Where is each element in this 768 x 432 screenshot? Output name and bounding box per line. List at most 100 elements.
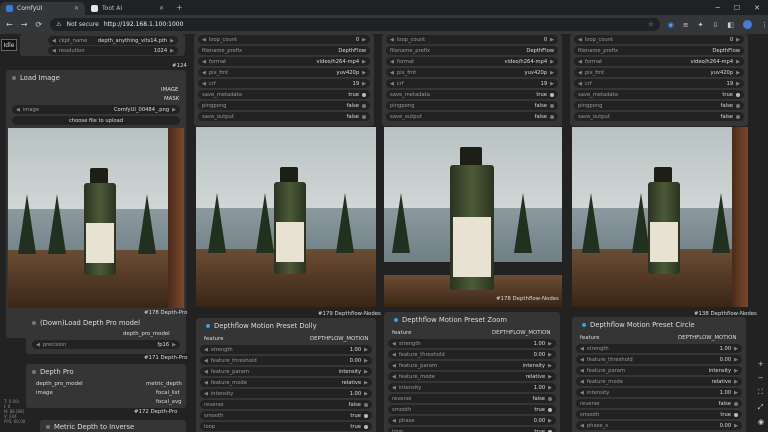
widget-feature-param[interactable]: ◀ feature_param intensity ▶	[388, 361, 556, 370]
input-feature[interactable]: feature	[204, 336, 223, 342]
node-title[interactable]: Depthflow Motion Preset Zoom	[394, 316, 507, 324]
widget-strength[interactable]: ◀ strength 1.00 ▶	[388, 339, 556, 348]
security-badge[interactable]: Not secure	[67, 21, 99, 28]
right-arrow-icon[interactable]: ▶	[734, 368, 738, 374]
collapse-dot-icon[interactable]	[46, 425, 50, 429]
right-arrow-icon[interactable]: ▶	[548, 418, 552, 424]
right-arrow-icon[interactable]: ▶	[364, 380, 368, 386]
widget-phase-x[interactable]: ◀ phase_x 0.00 ▶	[576, 421, 742, 430]
widget-loop-count[interactable]: ◀ loop_count 0 ▶	[198, 35, 370, 44]
video-save-node-c[interactable]: ◀ loop_count 0 ▶ filename_prefix DepthFlow ◀…	[570, 34, 748, 126]
tab-comfyui[interactable]: ComfyUI ✕	[0, 2, 85, 15]
left-arrow-icon[interactable]: ◀	[578, 70, 582, 76]
maximize-icon[interactable]: ☐	[734, 4, 740, 12]
ckpt-name-widget[interactable]: ◀ ckpt_name depth_anything_vits14.pth ▶	[48, 36, 178, 45]
toggle-off-icon[interactable]	[736, 114, 740, 119]
toggle-on-icon[interactable]	[364, 424, 368, 429]
output-depth-pro-model[interactable]: depth_pro_model	[123, 331, 170, 337]
toggle-off-icon[interactable]	[364, 402, 368, 407]
widget-feature-threshold[interactable]: ◀ feature_threshold 0.00 ▶	[200, 356, 372, 365]
video-save-node-a[interactable]: ◀ loop_count 0 ▶ filename_prefix DepthFlow ◀…	[194, 34, 374, 126]
precision-widget[interactable]: ◀ precision fp16 ▶	[32, 340, 180, 349]
close-window-icon[interactable]: ✕	[754, 4, 760, 12]
right-arrow-icon[interactable]: ▶	[170, 48, 174, 54]
node-title[interactable]: (Down)Load Depth Pro model	[32, 319, 140, 327]
right-arrow-icon[interactable]: ▶	[548, 374, 552, 380]
puzzle-icon[interactable]: ✦	[698, 21, 704, 29]
url-field[interactable]: ⚠ Not secure http://192.168.1.100:1000 ☆	[50, 18, 660, 31]
widget-crf[interactable]: ◀ crf 19 ▶	[574, 79, 744, 88]
toggle-pingpong[interactable]: pingpong false	[574, 101, 744, 110]
left-arrow-icon[interactable]: ◀	[36, 342, 40, 348]
right-arrow-icon[interactable]: ▶	[364, 391, 368, 397]
widget-loop-count[interactable]: ◀ loop_count 0 ▶	[574, 35, 744, 44]
right-arrow-icon[interactable]: ▶	[172, 107, 176, 113]
toggle-off-icon[interactable]	[548, 396, 552, 401]
left-arrow-icon[interactable]: ◀	[204, 358, 208, 364]
toggle-off-icon[interactable]	[362, 103, 366, 108]
right-arrow-icon[interactable]: ▶	[550, 70, 554, 76]
input-image[interactable]: image	[36, 390, 53, 396]
back-icon[interactable]: ←	[6, 20, 13, 29]
tab-toot-ai[interactable]: Toot AI ✕	[85, 2, 170, 15]
toggle-save-output[interactable]: save_output false	[386, 112, 558, 121]
left-arrow-icon[interactable]: ◀	[580, 390, 584, 396]
right-arrow-icon[interactable]: ▶	[550, 37, 554, 43]
collapse-dot-icon[interactable]	[12, 76, 16, 80]
download-icon[interactable]: ⇩	[713, 21, 719, 29]
widget-feature-threshold[interactable]: ◀ feature_threshold 0.00 ▶	[388, 350, 556, 359]
right-arrow-icon[interactable]: ▶	[170, 38, 174, 44]
toggle-link-icon[interactable]: ⤢	[758, 403, 764, 412]
toggle-pingpong[interactable]: pingpong false	[198, 101, 370, 110]
collapse-dot-icon[interactable]	[32, 321, 36, 325]
widget-format[interactable]: ◀ format video/h264-mp4 ▶	[574, 57, 744, 66]
avatar[interactable]	[743, 20, 752, 29]
minimize-icon[interactable]: ─	[716, 4, 720, 12]
toggle-on-icon[interactable]	[736, 92, 740, 97]
widget-feature-mode[interactable]: ◀ feature_mode relative ▶	[200, 378, 372, 387]
right-arrow-icon[interactable]: ▶	[548, 352, 552, 358]
toggle-loop[interactable]: loop true	[200, 422, 372, 431]
toggle-save-metadata[interactable]: save_metadata true	[574, 90, 744, 99]
left-arrow-icon[interactable]: ◀	[390, 37, 394, 43]
left-arrow-icon[interactable]: ◀	[204, 369, 208, 375]
forward-icon[interactable]: →	[21, 20, 28, 29]
right-arrow-icon[interactable]: ▶	[736, 59, 740, 65]
node-title[interactable]: Depth Pro	[32, 368, 74, 376]
node-title[interactable]: Metric Depth to Inverse	[46, 423, 134, 431]
right-arrow-icon[interactable]: ▶	[548, 341, 552, 347]
visibility-icon[interactable]: ◉	[758, 418, 764, 426]
toggle-save-output[interactable]: save_output false	[574, 112, 744, 121]
left-arrow-icon[interactable]: ◀	[202, 70, 206, 76]
left-arrow-icon[interactable]: ◀	[580, 423, 584, 429]
widget-pix-fmt[interactable]: ◀ pix_fmt yuv420p ▶	[386, 68, 558, 77]
left-arrow-icon[interactable]: ◀	[16, 107, 20, 113]
fit-view-icon[interactable]: ⛶	[758, 388, 764, 397]
motion-dolly-node[interactable]: Depthflow Motion Preset Dolly feature DE…	[196, 318, 376, 432]
right-arrow-icon[interactable]: ▶	[364, 347, 368, 353]
right-arrow-icon[interactable]: ▶	[364, 369, 368, 375]
toggle-smooth[interactable]: smooth true	[388, 405, 556, 414]
output-motion[interactable]: DEPTHFLOW_MOTION	[492, 330, 550, 336]
right-arrow-icon[interactable]: ▶	[362, 37, 366, 43]
toggle-off-icon[interactable]	[734, 401, 738, 406]
toggle-reverse[interactable]: reverse false	[200, 400, 372, 409]
close-tab-icon[interactable]: ✕	[74, 5, 79, 12]
collapse-dot-icon[interactable]	[32, 370, 36, 374]
toggle-off-icon[interactable]	[362, 114, 366, 119]
right-arrow-icon[interactable]: ▶	[736, 81, 740, 87]
zoom-in-icon[interactable]: +	[758, 360, 764, 368]
widget-feature-param[interactable]: ◀ feature_param intensity ▶	[200, 367, 372, 376]
toggle-save-metadata[interactable]: save_metadata true	[198, 90, 370, 99]
node-title[interactable]: Depthflow Motion Preset Circle	[582, 321, 695, 329]
resolution-widget[interactable]: ◀ resolution 1024 ▶	[48, 46, 178, 55]
output-motion[interactable]: DEPTHFLOW_MOTION	[678, 335, 736, 341]
toggle-save-output[interactable]: save_output false	[198, 112, 370, 121]
widget-feature-param[interactable]: ◀ feature_param intensity ▶	[576, 366, 742, 375]
toggle-on-icon[interactable]	[734, 412, 738, 417]
toggle-on-icon[interactable]	[364, 413, 368, 418]
output-mask[interactable]: MASK	[164, 96, 179, 102]
widget-intensity[interactable]: ◀ intensity 1.00 ▶	[388, 383, 556, 392]
left-arrow-icon[interactable]: ◀	[578, 37, 582, 43]
right-arrow-icon[interactable]: ▶	[362, 70, 366, 76]
